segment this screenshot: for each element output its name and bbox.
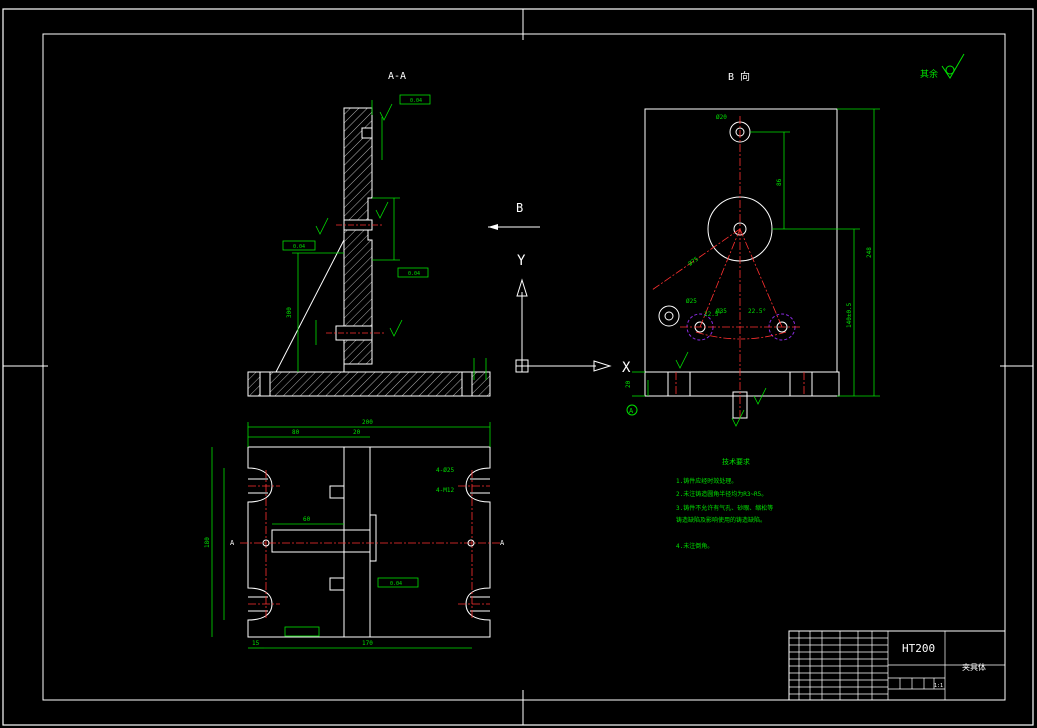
boss-small-1 [329,485,345,499]
title-part-name: 夹具体 [962,662,986,672]
b-base-slot-1 [667,371,691,397]
drawing-frame [42,33,1006,701]
technical-notes: 技术要求 1.铸件应经时效处理。 2.未注铸造圆角半径均为R3~R5。 3.铸件… [676,457,773,550]
dim-300: 300 [286,307,293,318]
plate-hole-3 [361,127,373,139]
dim-angle-1: 22.5° [704,311,722,318]
dim-180: 180 [204,537,211,548]
dim-15: 15 [252,640,260,647]
note-3: 3.铸件不允许有气孔、砂眼、缩松等 [676,504,773,512]
dim-200: 200 [362,419,373,426]
dim-phi25: Ø25 [686,298,697,305]
note-5: 4.未注倒角。 [676,542,713,550]
dim-20: 20 [353,429,361,436]
dim-140: 140±0.5 [846,302,853,328]
tolerance-frame-3: 0.04 [282,240,316,251]
dim-phi75: Ø75 [687,255,700,267]
note-4: 铸造缺陷及影响使用的铸造缺陷。 [676,516,766,524]
dim-60: 60 [303,516,311,523]
notes-title: 技术要求 [722,457,750,466]
b-base-slot-2 [789,371,813,397]
tolerance-frame-1: 0.04 [399,94,431,105]
cad-model-space[interactable]: A-A 300 0.04 0.04 0.04 200 80 20 60 170 … [0,0,1037,728]
note-1: 1.铸件应经时效处理。 [676,477,737,485]
dim-phi20: Ø20 [716,114,727,121]
boss-small-3 [369,514,377,562]
x-axis-label: X [622,360,631,376]
base-slot-left [259,371,271,397]
rib-section [275,239,345,373]
base-plate-section [247,371,491,397]
general-roughness: 其余 [920,53,965,80]
dim-20-b: 20 [625,380,632,388]
section-marker-left: A [230,539,235,547]
b-view-title: B 向 [728,70,750,83]
ucs-icon[interactable]: Y X [515,253,631,376]
plate-strip [343,446,371,638]
tolerance-frame-5 [284,626,320,637]
top-view-outline [247,446,491,638]
tolerance-frame-2: 0.04 [397,267,429,278]
top-view[interactable]: 200 80 20 60 170 15 180 4-Ø25 4-M12 A A … [204,419,505,649]
dim-248: 248 [866,247,873,258]
title-scale: 1:1 [934,683,943,689]
dimensions-top [211,422,491,649]
dim-angle-2: 22.5° [748,308,766,315]
tolerance-frame-4: 0.04 [377,577,419,588]
dim-holes-25: 4-Ø25 [436,467,454,474]
side-hole [658,305,680,327]
section-title: A-A [388,71,406,82]
y-axis-label: Y [517,253,526,269]
center-marks [3,9,1033,725]
b-view-plate [644,108,838,373]
side-hole-inner [664,311,674,321]
section-marker-right: A [500,539,505,547]
sheet-border [2,8,1034,726]
tol-4: 0.04 [390,581,402,587]
tol-2: 0.04 [408,271,420,277]
datum-a: A [626,404,638,416]
section-view-aa[interactable]: A-A 300 0.04 0.04 0.04 [247,71,491,397]
dim-holes-m12: 4-M12 [436,487,454,494]
cad-drawing[interactable]: A-A 300 0.04 0.04 0.04 200 80 20 60 170 … [0,0,1037,728]
title-block[interactable]: HT200 夹具体 1:1 [788,630,1006,701]
b-view[interactable]: B 向 248 140±0.5 86 Ø20 Ø75 Ø25 Ø35 22.5°… [625,70,880,427]
note-2: 2.未注铸造圆角半径均为R3~R5。 [676,490,767,498]
top-view-slots [248,478,490,612]
dim-86: 86 [776,178,783,186]
title-material: HT200 [902,642,935,655]
datum-a-label: A [629,407,634,415]
dimensions-aa [292,100,487,380]
centerlines-b [651,116,805,420]
tol-3: 0.04 [293,244,305,250]
dim-170: 170 [362,640,373,647]
boss [271,529,371,553]
base-slot-right [461,371,473,397]
tol-1: 0.04 [410,98,422,104]
direction-label: B [516,201,523,215]
dimensions-b [632,108,880,397]
general-roughness-label: 其余 [920,68,938,80]
boss-small-2 [329,577,345,591]
dim-80: 80 [292,429,300,436]
view-direction-b: B [488,201,540,230]
